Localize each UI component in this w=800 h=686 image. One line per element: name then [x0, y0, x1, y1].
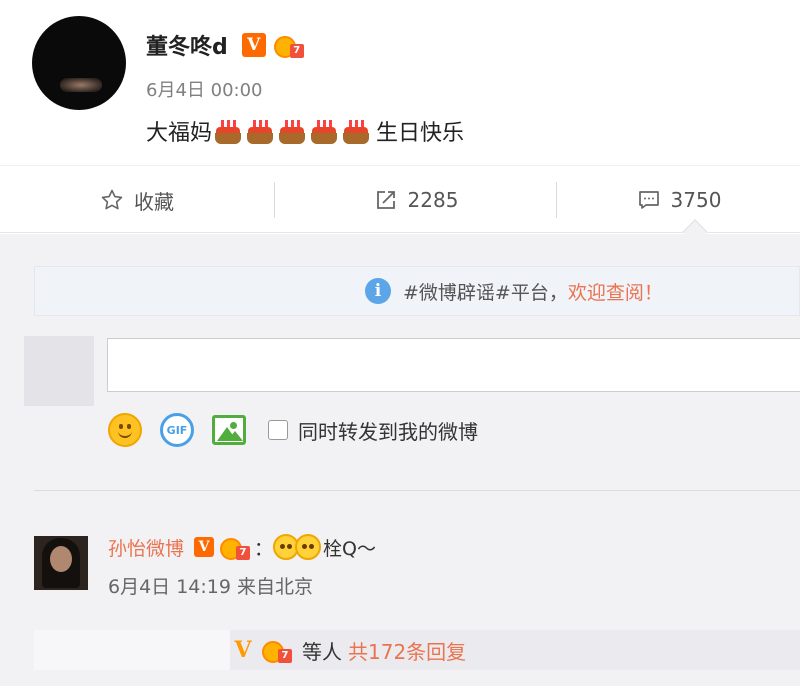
post-time[interactable]: 6月4日 00:00 — [146, 76, 263, 102]
author-avatar[interactable] — [32, 16, 126, 110]
verified-badge-icon[interactable]: V — [194, 537, 215, 557]
comment-input[interactable] — [107, 338, 800, 392]
image-icon[interactable] — [212, 415, 246, 445]
cake-icon — [214, 118, 242, 144]
comment-source: 来自北京 — [237, 576, 314, 598]
repost-checkbox[interactable] — [268, 420, 288, 440]
member-level-icon: 7 — [262, 637, 292, 663]
avatar-image — [60, 78, 102, 92]
gif-icon[interactable]: GIF — [160, 413, 194, 447]
comment-divider — [34, 490, 800, 491]
my-avatar — [24, 336, 94, 406]
reply-count-link[interactable]: 共172条回复 — [348, 636, 466, 665]
action-bar: 收藏 2285 3750 — [0, 165, 800, 233]
commenter-name[interactable]: 孙怡微博 — [108, 534, 184, 561]
favorite-label: 收藏 — [134, 189, 174, 214]
verified-badge-icon: V — [234, 637, 252, 663]
post-text-before: 大福妈 — [146, 121, 213, 146]
comment-text-after: 栓Q～ — [323, 537, 376, 560]
composer-toolbar: GIF 同时转发到我的微博 — [108, 412, 478, 448]
comment-panel: i #微博辟谣#平台， 欢迎查阅！ GIF 同时转发到我的微博 孙怡微博 V 7… — [0, 234, 800, 686]
comment-count: 3750 — [670, 188, 722, 212]
repost-count: 2285 — [407, 188, 459, 212]
cake-icon — [310, 118, 338, 144]
rumor-notice: i #微博辟谣#平台， 欢迎查阅！ — [34, 266, 800, 316]
verified-badge-icon[interactable]: V — [241, 33, 266, 57]
post-text-after: 生日快乐 — [376, 121, 465, 146]
favorite-button[interactable]: 收藏 — [0, 166, 274, 234]
repost-option[interactable]: 同时转发到我的微博 — [268, 416, 478, 445]
comment-text: ： 栓Q～ — [254, 534, 376, 561]
comment-colon: ： — [254, 537, 274, 560]
cake-emoji-group — [214, 118, 374, 144]
post-text: 大福妈 生日快乐 — [146, 115, 464, 147]
reply-avatars-placeholder — [34, 630, 230, 670]
comment-line: 孙怡微博 V 7 ： 栓Q～ — [108, 530, 376, 564]
cake-icon — [246, 118, 274, 144]
cake-icon — [278, 118, 306, 144]
repost-button[interactable]: 2285 — [276, 166, 556, 234]
reply-summary[interactable]: V 7 等人 共172条回复 — [232, 632, 466, 668]
author-name[interactable]: 董冬咚d — [146, 29, 228, 61]
action-divider — [274, 182, 275, 218]
commenter-avatar[interactable] — [34, 536, 88, 590]
notice-text[interactable]: #微博辟谣#平台， — [403, 278, 568, 305]
comment-time[interactable]: 6月4日 14:19 — [108, 576, 231, 598]
reply-suffix: 等人 — [302, 639, 342, 664]
repost-option-label: 同时转发到我的微博 — [298, 419, 478, 444]
author-line: 董冬咚d V 7 — [146, 28, 304, 62]
blush-emoji-icon — [295, 534, 322, 560]
comment-icon — [638, 191, 659, 209]
smile-icon[interactable] — [108, 413, 142, 447]
notice-link[interactable]: 欢迎查阅！ — [568, 278, 663, 305]
member-level-icon[interactable]: 7 — [220, 534, 251, 560]
weibo-post: 董冬咚d V 7 6月4日 00:00 大福妈 生日快乐 — [0, 0, 800, 165]
member-level-icon[interactable]: 7 — [273, 32, 304, 58]
action-divider — [556, 182, 557, 218]
star-icon — [101, 189, 123, 210]
comment-meta: 6月4日 14:19 来自北京 — [108, 572, 313, 599]
comment-button[interactable]: 3750 — [558, 166, 800, 234]
repost-icon — [376, 191, 395, 209]
info-icon: i — [365, 278, 391, 304]
cake-icon — [342, 118, 370, 144]
